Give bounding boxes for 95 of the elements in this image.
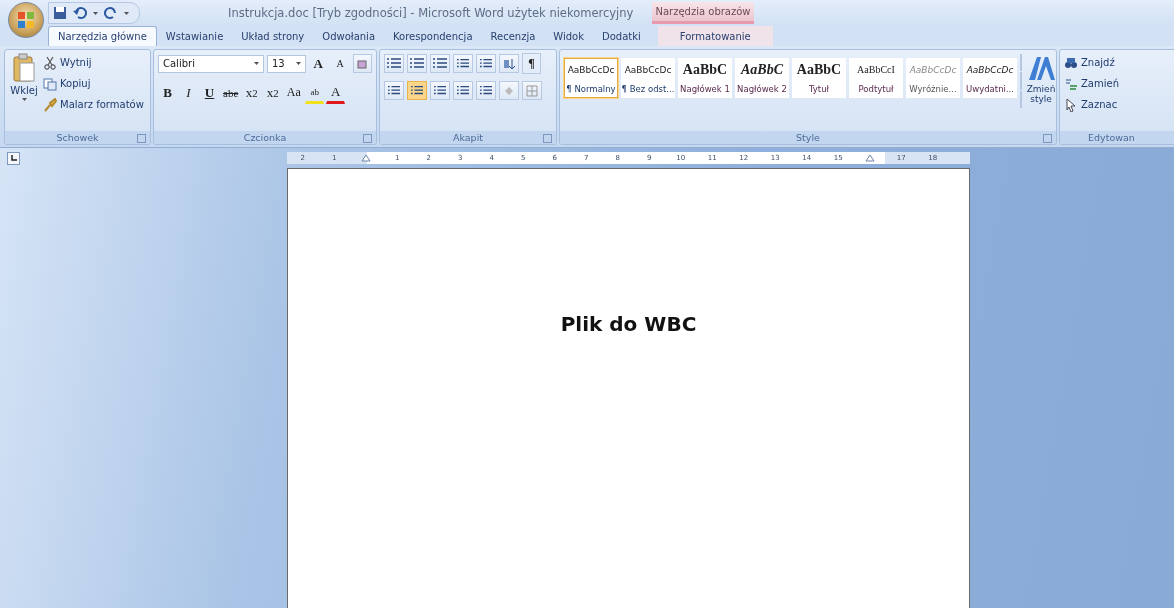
ribbon-tab[interactable]: Odwołania <box>313 26 385 46</box>
launcher-icon[interactable] <box>543 134 552 143</box>
group-label: Edytowan <box>1088 132 1135 143</box>
editing-button[interactable]: Znajdź <box>1064 53 1119 72</box>
format-button[interactable]: abe <box>221 82 241 103</box>
increase-indent-button[interactable] <box>476 54 496 73</box>
grow-font-button[interactable]: A <box>308 53 328 74</box>
styles-icon <box>1027 54 1055 82</box>
tab-selector-button[interactable] <box>7 151 20 165</box>
editing-button[interactable]: Zaznac <box>1064 95 1119 114</box>
caret-icon <box>21 98 27 101</box>
indent-marker-icon[interactable] <box>864 153 875 163</box>
group-label: Akapit <box>452 132 484 143</box>
office-logo-icon <box>17 11 35 29</box>
binoculars-icon <box>1064 55 1078 70</box>
align-button[interactable] <box>407 81 427 100</box>
launcher-icon[interactable] <box>1043 134 1052 143</box>
group-label: Czcionka <box>243 132 287 143</box>
context-tab-group: Narzędzia obrazów <box>652 2 754 24</box>
document-heading: Plik do WBC <box>560 312 697 338</box>
style-preset[interactable]: AaBbCcI Podtytuł <box>849 58 903 98</box>
style-preset[interactable]: AaBbCcDc ¶ Normalny <box>564 58 618 98</box>
ribbon-tab[interactable]: Formatowanie <box>657 26 773 46</box>
clipboard-button[interactable]: Wytnij <box>43 53 144 72</box>
highlight-button[interactable]: ab <box>305 81 325 104</box>
font-name-field[interactable]: Calibri <box>158 54 264 73</box>
launcher-icon[interactable] <box>137 134 146 143</box>
office-button[interactable] <box>8 2 44 38</box>
list-icon <box>388 85 400 96</box>
scissors-icon <box>43 55 57 70</box>
launcher-icon[interactable] <box>363 134 372 143</box>
ribbon-tab[interactable]: Recenzja <box>481 26 545 46</box>
ribbon-tab[interactable]: Dodatki <box>593 26 650 46</box>
grid-icon <box>526 84 538 97</box>
list-icon <box>480 85 492 96</box>
redo-icon <box>104 6 118 20</box>
ribbon-tab[interactable]: Wstawianie <box>156 26 233 46</box>
undo-icon <box>73 6 87 20</box>
numbering-button[interactable] <box>407 54 427 73</box>
style-preset[interactable]: AaBbC Nagłówek 2 <box>735 58 789 98</box>
style-preset[interactable]: AaBbCcDc ¶ Bez odst... <box>621 58 675 98</box>
ribbon-tab[interactable]: Narzędzia główne <box>48 26 157 46</box>
format-button[interactable]: I <box>179 82 198 103</box>
list-icon <box>457 85 469 96</box>
shrink-font-button[interactable]: A <box>330 53 350 74</box>
indent-marker-icon[interactable] <box>360 153 371 163</box>
format-button[interactable]: Aa <box>284 82 304 103</box>
clipboard-button[interactable]: Malarz formatów <box>43 95 144 114</box>
clipboard-button[interactable]: Kopiuj <box>43 74 144 93</box>
style-preset[interactable]: AaBbC Nagłówek 1 <box>678 58 732 98</box>
line-spacing-button[interactable] <box>476 81 496 100</box>
list-icon <box>387 58 401 69</box>
align-button[interactable] <box>453 81 473 100</box>
window-title: Instrukcja.doc [Tryb zgodności] - Microsoft Word użytek niekomercyjny <box>228 6 634 20</box>
caret-icon <box>93 11 98 15</box>
list-icon <box>434 85 446 96</box>
replace-icon <box>1064 76 1078 91</box>
decrease-indent-button[interactable] <box>453 54 473 73</box>
save-icon <box>53 6 67 20</box>
multilevel-list-button[interactable] <box>430 54 450 73</box>
style-preset[interactable]: AaBbCcDc Uwydatni... <box>963 58 1017 98</box>
caret-icon <box>295 62 301 65</box>
format-button[interactable]: B <box>158 82 177 103</box>
style-preset[interactable]: AaBbCcDc Wyróżnie... <box>906 58 960 98</box>
change-styles-button[interactable]: Zmień style <box>1025 54 1056 104</box>
list-icon <box>480 58 492 69</box>
font-size-field[interactable]: 13 <box>266 54 306 73</box>
paste-button[interactable]: Wklej <box>9 53 39 128</box>
ribbon-tab[interactable]: Korespondencja <box>384 26 482 46</box>
borders-button[interactable] <box>522 81 542 100</box>
cursor-icon <box>1064 97 1078 112</box>
list-icon <box>457 58 469 69</box>
clear-format-button[interactable] <box>352 54 372 73</box>
list-icon <box>433 58 447 69</box>
editing-button[interactable]: Zamień <box>1064 74 1119 93</box>
list-icon <box>410 58 424 69</box>
clipboard-icon <box>12 53 36 83</box>
list-icon <box>411 85 423 96</box>
caret-icon <box>124 11 129 15</box>
caret-icon <box>253 62 259 65</box>
align-button[interactable] <box>384 81 404 100</box>
brush-icon <box>43 97 57 112</box>
copy-icon <box>43 76 57 91</box>
align-button[interactable] <box>430 81 450 100</box>
sort-icon <box>503 57 515 70</box>
font-color-button[interactable]: A <box>326 81 346 104</box>
group-label: Schowek <box>56 132 99 143</box>
group-label: Style <box>796 132 820 143</box>
bullets-button[interactable] <box>384 54 404 73</box>
tab-stop-icon <box>10 155 17 161</box>
ribbon-tab[interactable]: Widok <box>544 26 593 46</box>
ribbon-tab[interactable]: Układ strony <box>232 26 314 46</box>
format-button[interactable]: U <box>200 82 219 103</box>
style-preset[interactable]: AaBbC Tytuł <box>792 58 846 98</box>
pilcrow-button[interactable]: ¶ <box>522 53 541 74</box>
